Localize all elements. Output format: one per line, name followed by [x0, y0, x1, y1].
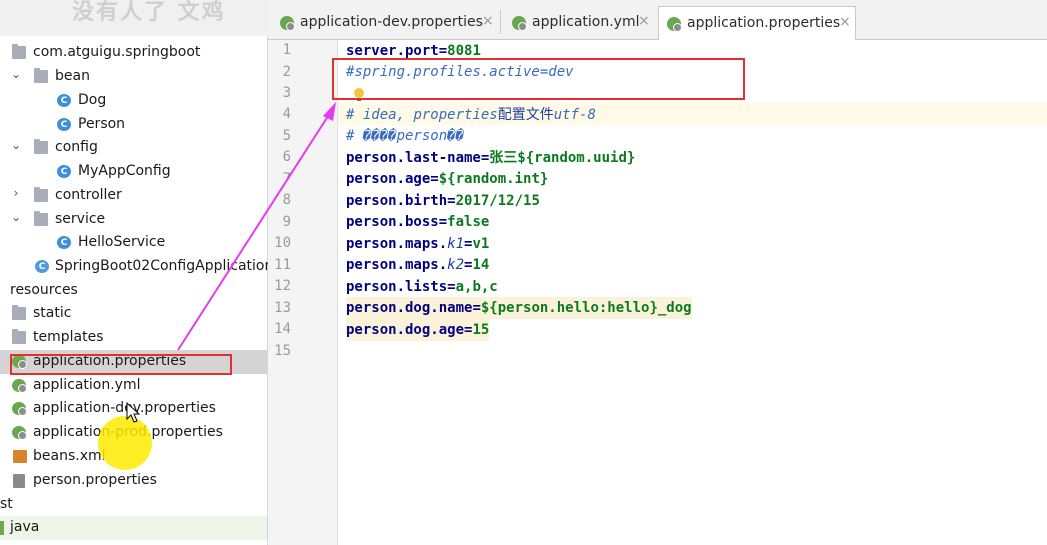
- annotation-arrow: [177, 102, 336, 351]
